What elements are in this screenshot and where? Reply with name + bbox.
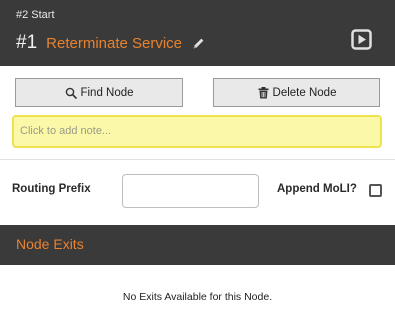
find-node-button[interactable]: Find Node [15, 78, 183, 107]
node-header: #2 Start #1 Reterminate Service [0, 0, 395, 66]
node-exits-header: Node Exits [0, 225, 395, 265]
node-exits-body: No Exits Available for this Node. [0, 265, 395, 309]
delete-node-label: Delete Node [272, 86, 337, 99]
pencil-icon[interactable] [191, 36, 205, 50]
routing-prefix-input[interactable] [122, 174, 259, 208]
delete-node-button[interactable]: Delete Node [213, 78, 380, 107]
node-number: #1 [16, 32, 38, 53]
play-icon[interactable] [351, 29, 372, 50]
note-field[interactable]: Click to add note... [12, 115, 382, 148]
node-name[interactable]: Reterminate Service [46, 35, 182, 52]
search-icon [64, 86, 77, 99]
no-exits-message: No Exits Available for this Node. [122, 291, 273, 303]
routing-section: Routing Prefix Append MoLI? [0, 160, 395, 225]
append-moli-label: Append MoLI? [277, 183, 357, 195]
node-actions: Find Node Delete Node Click to add note.… [0, 66, 395, 160]
node-exits-title: Node Exits [16, 236, 84, 252]
node-subtitle: #2 Start [16, 9, 55, 21]
find-node-label: Find Node [80, 86, 134, 99]
trash-icon [257, 86, 270, 99]
append-moli-checkbox[interactable] [369, 184, 382, 197]
routing-prefix-label: Routing Prefix [12, 183, 91, 195]
node-title-row: #1 Reterminate Service [16, 31, 205, 55]
